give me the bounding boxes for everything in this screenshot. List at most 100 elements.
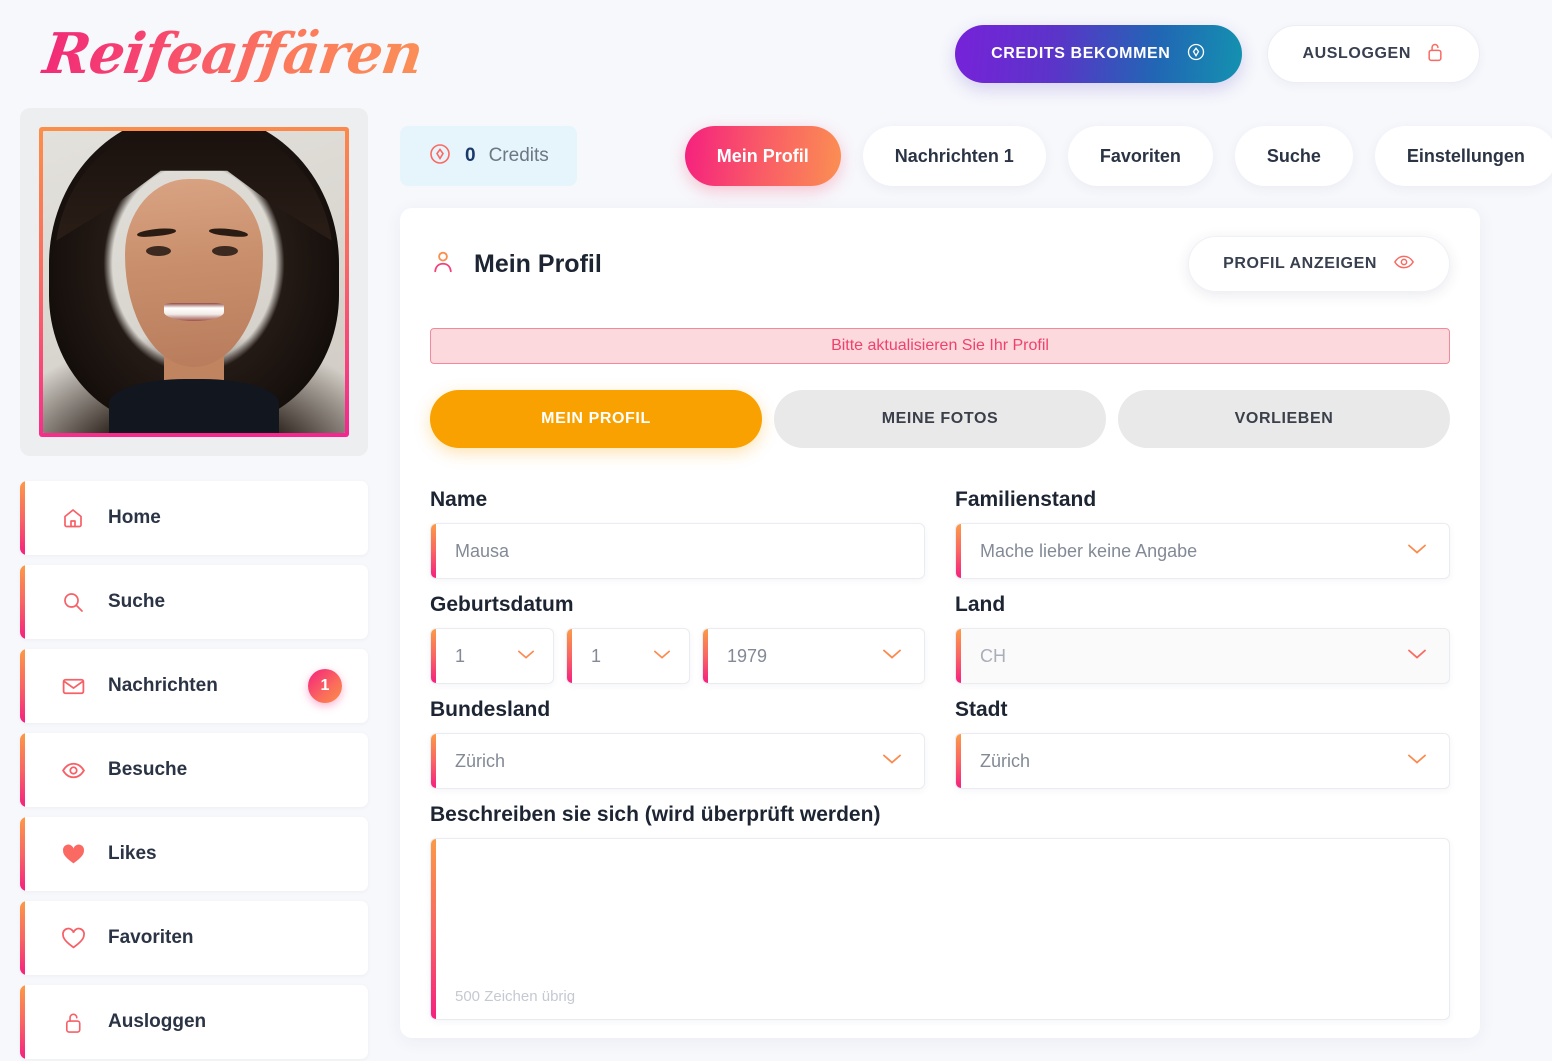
stadt-select[interactable]: Zürich <box>955 733 1450 789</box>
brand-logo[interactable]: Reifeaffären <box>26 21 426 87</box>
profile-panel: Mein Profil PROFIL ANZEIGEN Bitte aktual… <box>400 208 1480 1038</box>
birth-year-value: 1979 <box>727 645 768 666</box>
chevron-down-icon <box>517 647 535 665</box>
sidebar-item-label: Suche <box>108 591 166 612</box>
credit-diamond-icon <box>1186 42 1206 67</box>
credit-diamond-icon <box>428 142 452 171</box>
top-tabs-row: 0 Credits Mein Profil Nachrichten 1 Favo… <box>400 108 1552 186</box>
bundesland-value: Zürich <box>455 750 506 771</box>
stadt-label: Stadt <box>955 698 1008 721</box>
beschreibung-textarea[interactable]: 500 Zeichen übrig <box>430 838 1450 1020</box>
chevron-down-icon <box>1407 647 1427 665</box>
birth-day-select[interactable]: 1 <box>430 628 554 684</box>
sidebar-item-likes[interactable]: Likes <box>20 817 368 891</box>
profile-photo-frame[interactable] <box>39 127 349 437</box>
subtab-vorlieben[interactable]: VORLIEBEN <box>1118 390 1450 448</box>
beschreibung-label: Beschreiben sie sich (wird überprüft wer… <box>430 803 881 826</box>
tab-suche[interactable]: Suche <box>1234 126 1353 186</box>
panel-header: Mein Profil PROFIL ANZEIGEN <box>430 236 1450 292</box>
land-label: Land <box>955 593 1006 616</box>
sidebar: Home Suche Nachrichten 1 Besuche Likes F… <box>20 108 368 1061</box>
tab-einstellungen[interactable]: Einstellungen <box>1374 126 1552 186</box>
chevron-down-icon <box>882 647 902 665</box>
sidebar-item-ausloggen[interactable]: Ausloggen <box>20 985 368 1059</box>
sidebar-item-favoriten[interactable]: Favoriten <box>20 901 368 975</box>
birth-month-value: 1 <box>591 645 602 666</box>
birth-day-value: 1 <box>455 645 466 666</box>
page-title: Mein Profil <box>474 249 602 278</box>
chevron-down-icon <box>1407 752 1427 770</box>
avatar <box>43 131 345 433</box>
logout-button[interactable]: AUSLOGGEN <box>1267 25 1480 83</box>
subtab-meine-fotos[interactable]: MEINE FOTOS <box>774 390 1106 448</box>
profile-form: Name Mausa Familienstand Mache lieber ke… <box>430 488 1450 1034</box>
tab-mein-profil[interactable]: Mein Profil <box>684 126 841 186</box>
familienstand-select[interactable]: Mache lieber keine Angabe <box>955 523 1450 579</box>
profile-photo-card <box>20 108 368 456</box>
search-icon <box>60 589 86 615</box>
sidebar-item-home[interactable]: Home <box>20 481 368 555</box>
name-value: Mausa <box>455 540 510 561</box>
birth-year-select[interactable]: 1979 <box>702 628 925 684</box>
logout-label: AUSLOGGEN <box>1302 45 1411 62</box>
home-icon <box>60 505 86 531</box>
view-profile-label: PROFIL ANZEIGEN <box>1223 255 1377 272</box>
bundesland-select[interactable]: Zürich <box>430 733 925 789</box>
familienstand-value: Mache lieber keine Angabe <box>980 540 1198 561</box>
chevron-down-icon <box>882 752 902 770</box>
sidebar-item-label: Likes <box>108 843 157 864</box>
page-layout: Home Suche Nachrichten 1 Besuche Likes F… <box>0 108 1552 1061</box>
main-content: 0 Credits Mein Profil Nachrichten 1 Favo… <box>400 108 1552 1038</box>
land-value: CH <box>980 645 1006 666</box>
field-beschreibung: Beschreiben sie sich (wird überprüft wer… <box>430 803 1450 1020</box>
land-select[interactable]: CH <box>955 628 1450 684</box>
profile-subtabs: MEIN PROFIL MEINE FOTOS VORLIEBEN <box>430 390 1450 448</box>
name-input[interactable]: Mausa <box>430 523 925 579</box>
credits-label: Credits <box>488 145 549 166</box>
get-credits-button[interactable]: CREDITS BEKOMMEN <box>955 25 1243 83</box>
tab-favoriten[interactable]: Favoriten <box>1067 126 1213 186</box>
profile-update-alert: Bitte aktualisieren Sie Ihr Profil <box>430 328 1450 364</box>
sidebar-item-label: Home <box>108 507 161 528</box>
name-label: Name <box>430 488 488 511</box>
unlock-icon <box>1425 41 1445 68</box>
sidebar-item-label: Besuche <box>108 759 188 780</box>
sidebar-item-label: Favoriten <box>108 927 194 948</box>
chevron-down-icon <box>653 647 671 665</box>
eye-icon <box>60 757 86 783</box>
stadt-value: Zürich <box>980 750 1031 771</box>
birth-month-select[interactable]: 1 <box>566 628 690 684</box>
chars-remaining-counter: 500 Zeichen übrig <box>455 988 576 1005</box>
field-land: Land CH <box>955 593 1450 684</box>
sidebar-item-nachrichten[interactable]: Nachrichten 1 <box>20 649 368 723</box>
sidebar-item-besuche[interactable]: Besuche <box>20 733 368 807</box>
sidebar-nav: Home Suche Nachrichten 1 Besuche Likes F… <box>20 481 368 1061</box>
birthdate-row: 1 1 1979 <box>430 628 925 684</box>
chevron-down-icon <box>1407 542 1427 560</box>
geburtsdatum-label: Geburtsdatum <box>430 593 574 616</box>
heart-filled-icon <box>60 841 86 867</box>
field-familienstand: Familienstand Mache lieber keine Angabe <box>955 488 1450 579</box>
unread-badge: 1 <box>308 669 342 703</box>
bundesland-label: Bundesland <box>430 698 551 721</box>
credits-count: 0 <box>465 145 476 166</box>
portrait-image <box>43 131 345 433</box>
get-credits-label: CREDITS BEKOMMEN <box>991 45 1171 62</box>
field-name: Name Mausa <box>430 488 925 579</box>
app-header: Reifeaffären CREDITS BEKOMMEN AUSLOGGEN <box>0 0 1552 108</box>
envelope-icon <box>60 673 86 699</box>
familienstand-label: Familienstand <box>955 488 1097 511</box>
user-icon <box>430 249 456 280</box>
field-geburtsdatum: Geburtsdatum 1 1 1979 <box>430 593 925 684</box>
tab-nachrichten[interactable]: Nachrichten 1 <box>862 126 1046 186</box>
heart-outline-icon <box>60 925 86 951</box>
eye-icon <box>1393 251 1415 278</box>
sidebar-item-label: Nachrichten <box>108 675 218 696</box>
header-actions: CREDITS BEKOMMEN AUSLOGGEN <box>955 25 1480 83</box>
field-bundesland: Bundesland Zürich <box>430 698 925 789</box>
sidebar-item-suche[interactable]: Suche <box>20 565 368 639</box>
sidebar-item-label: Ausloggen <box>108 1011 207 1032</box>
view-profile-button[interactable]: PROFIL ANZEIGEN <box>1188 236 1450 292</box>
subtab-mein-profil[interactable]: MEIN PROFIL <box>430 390 762 448</box>
credits-chip[interactable]: 0 Credits <box>400 126 577 186</box>
